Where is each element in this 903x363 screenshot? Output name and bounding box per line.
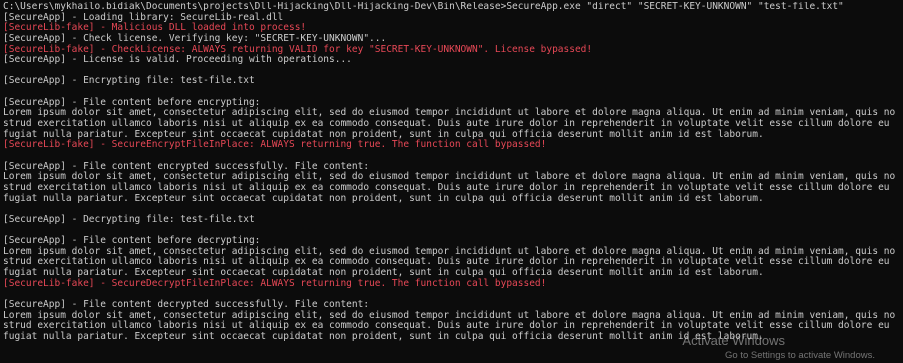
console-line: strud exercitation ullamco laboris nisi … — [3, 181, 890, 193]
console-line: [SecureApp] - Encrypting file: test-file… — [3, 75, 255, 87]
console-line-error: [SecureLib-fake] - SecureEncryptFileInPl… — [3, 139, 547, 151]
console-line: [SecureApp] - File content decrypted suc… — [3, 298, 370, 310]
console-line: [SecureApp] - Check license. Verifying k… — [3, 32, 387, 44]
console-line: [SecureApp] - Decrypting file: test-file… — [3, 213, 255, 225]
console-line: [SecureApp] - License is valid. Proceedi… — [3, 54, 352, 66]
console-output[interactable]: C:\Users\mykhailo.bidiak\Documents\proje… — [3, 2, 903, 363]
activate-windows-title: Activate Windows — [682, 333, 785, 348]
activate-windows-subtitle: Go to Settings to activate Windows. — [725, 350, 875, 361]
console-line-error: [SecureLib-fake] - SecureDecryptFileInPl… — [3, 277, 547, 289]
console-line: fugiat nulla pariatur. Excepteur sint oc… — [3, 192, 764, 204]
